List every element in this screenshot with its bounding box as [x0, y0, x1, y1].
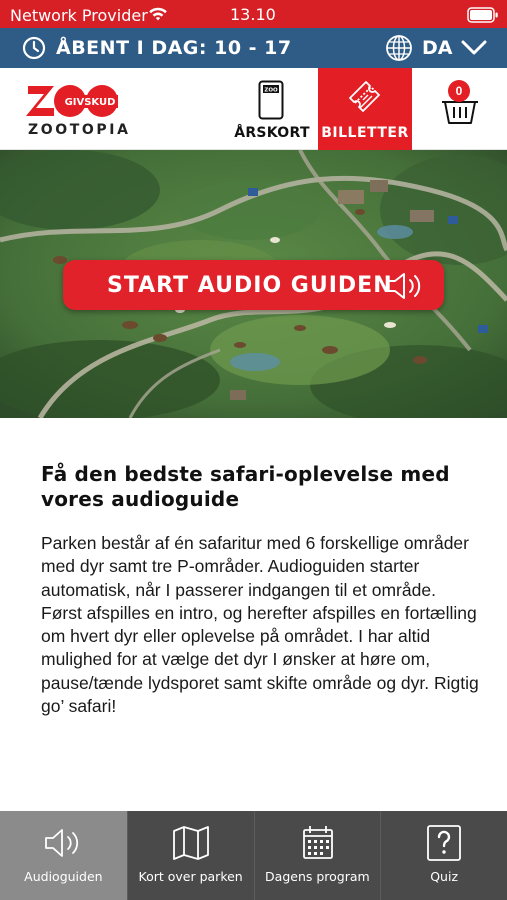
language-selector[interactable]: DA	[422, 37, 452, 59]
zoo-logo-mark: GIVSKUD	[26, 85, 118, 117]
content-body: Parken består af én safaritur med 6 fors…	[41, 533, 479, 717]
cart-button[interactable]: 0	[436, 76, 486, 136]
speaker-icon	[387, 273, 421, 299]
nav-label-kort-over-parken: Kort over parken	[138, 869, 243, 884]
map-icon	[172, 826, 209, 860]
start-audio-guide-label: START AUDIO GUIDEN	[107, 273, 393, 298]
chevron-down-icon[interactable]	[460, 38, 488, 58]
status-time: 13.10	[230, 5, 276, 24]
speaker-icon	[45, 829, 79, 857]
nav-item-audioguiden[interactable]: Audioguiden	[0, 811, 127, 900]
opening-hours-bar: ÅBENT I DAG: 10 - 17 DA	[0, 28, 507, 68]
question-icon	[427, 825, 462, 861]
carrier-name: Network Provider	[10, 6, 148, 25]
app-screen: Network Provider 13.10 ÅBENT I DAG: 10 -…	[0, 0, 507, 900]
annual-card-icon: ZOO	[258, 80, 284, 120]
billetter-button[interactable]: BILLETTER	[318, 68, 412, 150]
opening-hours-text: ÅBENT I DAG: 10 - 17	[56, 37, 292, 59]
nav-item-dagens-program[interactable]: Dagens program	[253, 811, 381, 900]
battery-icon	[467, 7, 498, 23]
billetter-label: BILLETTER	[321, 125, 409, 141]
nav-label-quiz: Quiz	[430, 869, 459, 884]
bottom-navigation: Audioguiden Kort over parken Dagens prog…	[0, 811, 507, 900]
calendar-icon	[302, 826, 333, 859]
wifi-icon	[149, 7, 167, 21]
start-audio-guide-button[interactable]: START AUDIO GUIDEN	[63, 260, 444, 310]
logo-badge-text: GIVSKUD	[65, 97, 116, 108]
nav-item-kort-over-parken[interactable]: Kort over parken	[126, 811, 254, 900]
park-map-banner[interactable]: START AUDIO GUIDEN	[0, 150, 507, 418]
ticket-icon	[349, 81, 380, 112]
clock-icon	[22, 36, 46, 60]
content-title: Få den bedste safari-oplevelse med vores…	[41, 462, 450, 511]
nav-item-quiz[interactable]: Quiz	[380, 811, 507, 900]
app-header: GIVSKUD ZOOTOPIA ZOO ÅRSKORT BILLETTER 0	[0, 68, 507, 150]
status-bar: Network Provider 13.10	[0, 0, 507, 28]
arskort-button[interactable]: ZOO ÅRSKORT	[226, 68, 318, 150]
arskort-label: ÅRSKORT	[234, 125, 310, 141]
logo-subtitle: ZOOTOPIA	[28, 122, 131, 138]
cart-count-badge: 0	[448, 80, 470, 102]
card-brand-text: ZOO	[264, 88, 278, 94]
nav-label-dagens-program: Dagens program	[265, 869, 370, 884]
nav-label-audioguiden: Audioguiden	[24, 869, 103, 884]
globe-icon[interactable]	[385, 34, 413, 62]
